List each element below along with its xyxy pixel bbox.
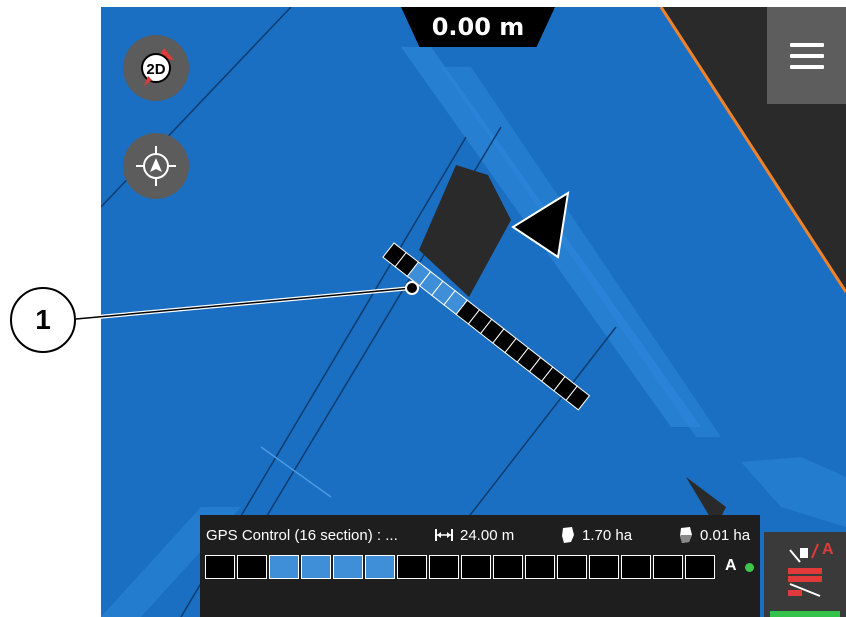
menu-icon-bar [789,53,824,58]
control-mode-status-dot [745,563,754,572]
section-state-bar [205,555,715,579]
cross-track-distance: 0.00 m [401,7,555,47]
total-area-value: 1.70 ha [582,526,633,544]
control-mode-text: GPS Control (16 section) : ... [206,526,398,544]
section-cell-4 [301,555,331,579]
section-cell-7 [397,555,427,579]
auto-sprayer-icon: A [788,541,834,597]
callout-marker: 1 [10,287,76,353]
partial-area-value: 0.01 ha [700,526,751,544]
section-control-status-panel: GPS Control (16 section) : ... 24.00 m 1… [200,515,760,617]
compass-2d-icon: 2D [141,48,174,86]
guidance-line [260,446,332,498]
status-info-row: GPS Control (16 section) : ... 24.00 m 1… [206,525,756,545]
view-mode-label: 2D [146,61,165,78]
section-cell-8 [429,555,459,579]
control-mode-letter: A [725,557,737,574]
section-cell-3 [269,555,299,579]
section-cell-9 [461,555,491,579]
working-width-item: 24.00 m [434,527,560,544]
section-cell-15 [653,555,683,579]
section-cell-11 [525,555,555,579]
center-vehicle-button[interactable] [123,133,189,199]
section-cell-12 [557,555,587,579]
crosshair-icon [136,146,176,186]
section-cell-13 [589,555,619,579]
section-cell-2 [237,555,267,579]
section-cell-6 [365,555,395,579]
working-width-icon [435,529,453,541]
section-cell-14 [621,555,651,579]
section-cell-1 [205,555,235,579]
partial-area-item: 0.01 ha [678,526,750,544]
section-cell-5 [333,555,363,579]
section-cell-10 [493,555,523,579]
view-mode-button[interactable]: 2D [123,35,189,101]
field-area-icon [562,527,574,543]
guidance-screen: 0.00 m 2D GPS Control (16 section) : ... [101,7,846,617]
working-width-value: 24.00 m [460,526,515,544]
total-area-item: 1.70 ha [560,526,678,544]
auto-section-control-button[interactable]: A [764,532,846,617]
menu-icon-bar [789,42,824,47]
menu-icon-bar [789,64,824,69]
menu-button[interactable] [767,7,846,104]
section-cell-16 [685,555,715,579]
auto-active-indicator [770,611,840,617]
worked-area-icon [680,527,692,543]
auto-button-label: A [822,541,834,558]
